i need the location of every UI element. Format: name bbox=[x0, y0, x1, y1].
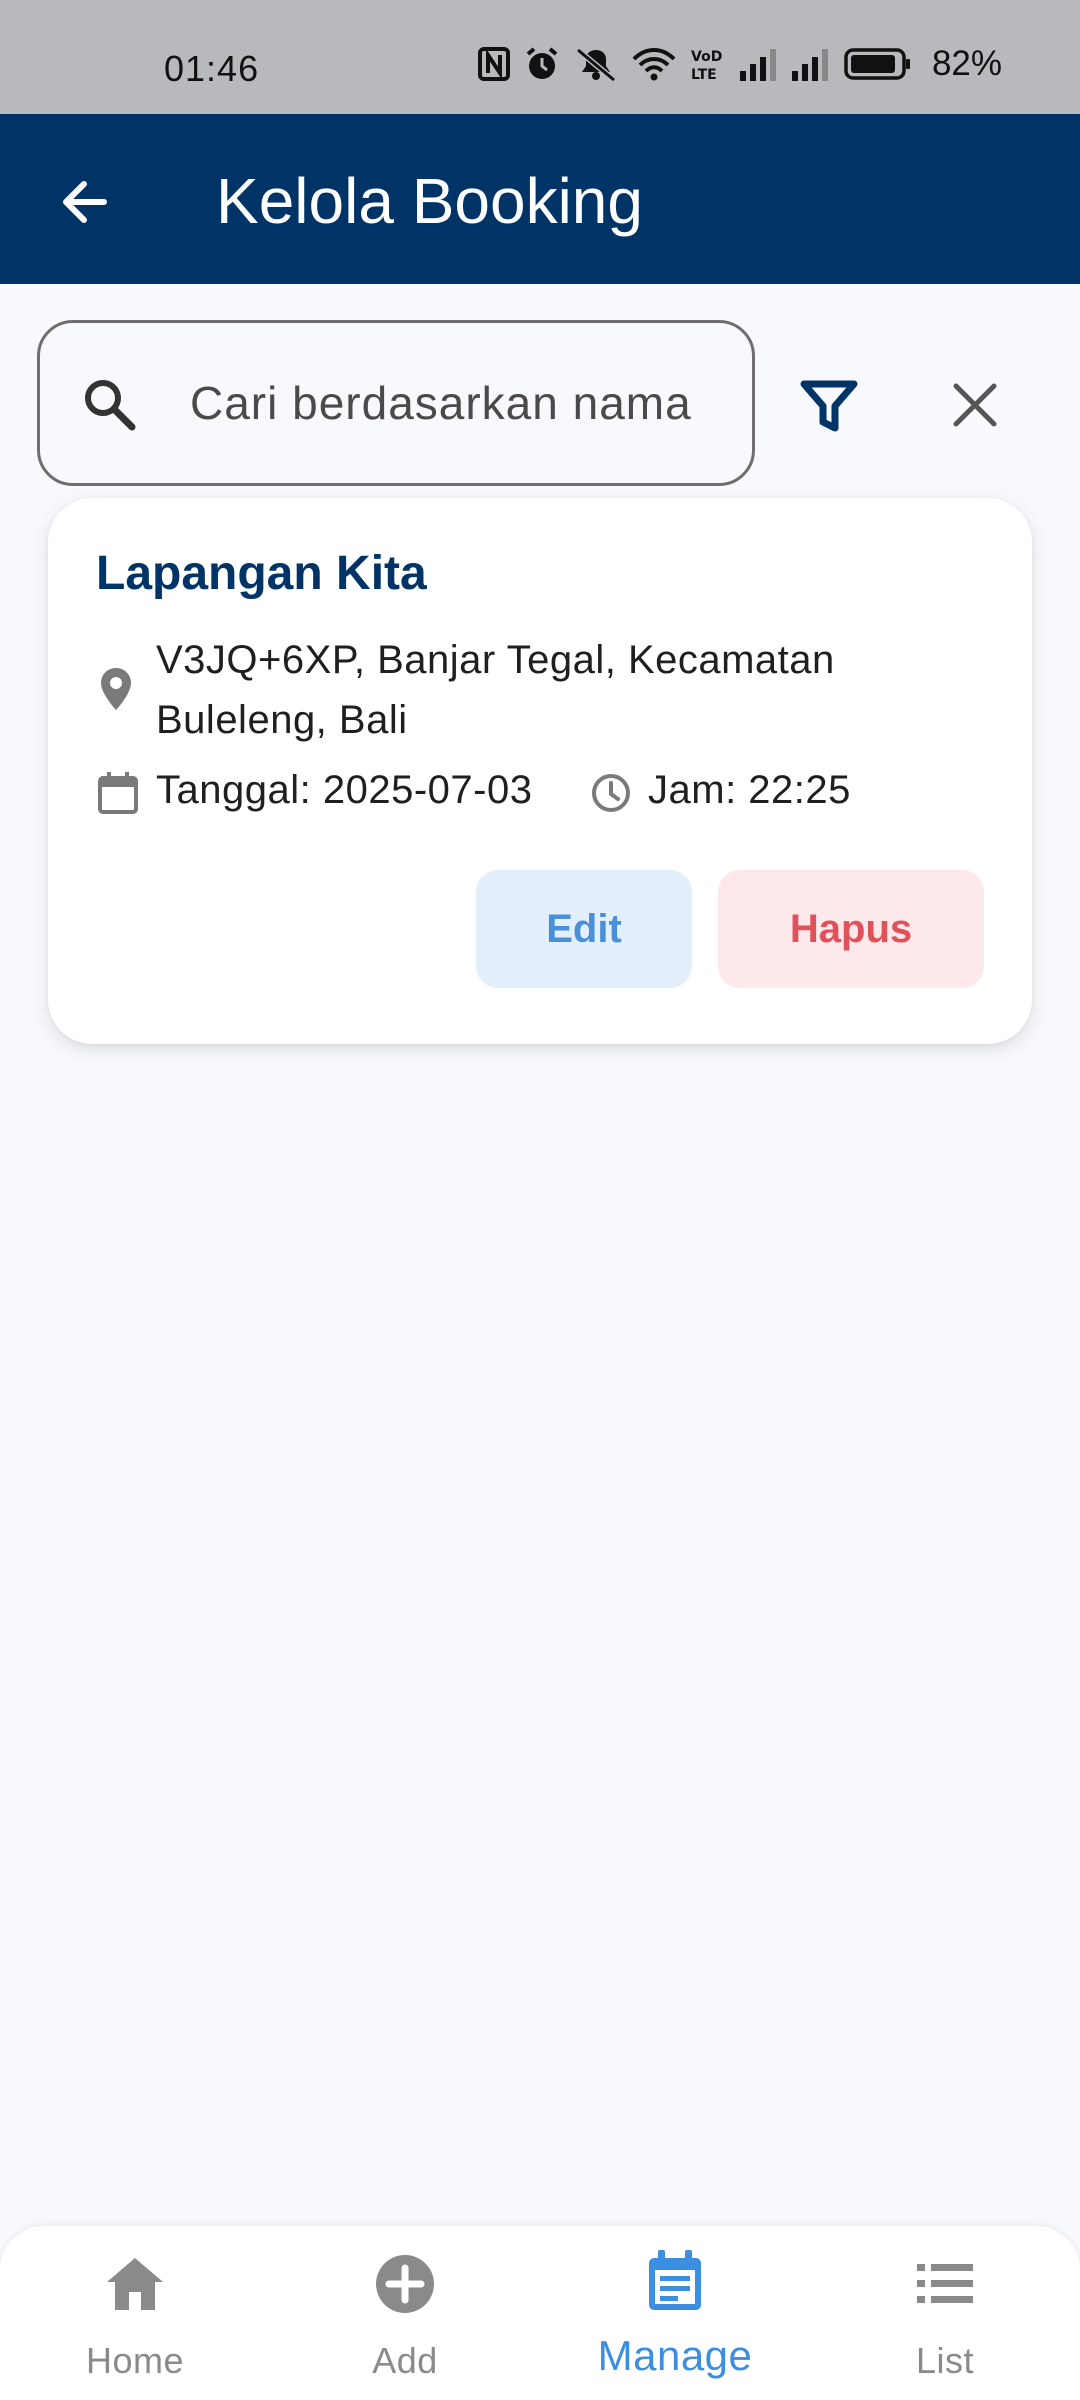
alarm-icon bbox=[526, 47, 558, 79]
nav-label-list: List bbox=[915, 2340, 975, 2381]
list-icon bbox=[917, 2264, 973, 2303]
booking-card: Lapangan Kita V3JQ+6XP, Banjar Tegal, Ke… bbox=[48, 498, 1032, 1044]
volte-icon: VoD LTE bbox=[691, 49, 722, 81]
booking-date: Tanggal: 2025-07-03 bbox=[156, 768, 533, 812]
status-time: 01:46 bbox=[164, 48, 260, 89]
clock-icon bbox=[592, 774, 630, 812]
nfc-icon bbox=[477, 47, 510, 81]
close-icon bbox=[953, 383, 997, 427]
search-input[interactable] bbox=[190, 363, 730, 443]
nav-item-add[interactable]: Add bbox=[305, 2226, 505, 2400]
signal-icon bbox=[791, 49, 828, 81]
clear-search-button[interactable] bbox=[940, 370, 1010, 440]
nav-item-list[interactable]: List bbox=[845, 2226, 1045, 2400]
calendar-icon bbox=[98, 772, 138, 814]
battery-icon bbox=[844, 48, 910, 80]
mute-icon bbox=[576, 47, 616, 82]
booking-name: Lapangan Kita bbox=[96, 547, 427, 600]
location-pin-icon bbox=[101, 668, 131, 710]
filter-button[interactable] bbox=[794, 370, 864, 440]
home-icon bbox=[107, 2258, 163, 2310]
event-note-icon bbox=[649, 2250, 701, 2310]
status-bar: 01:46 VoD LTE 82% bbox=[0, 0, 1080, 114]
nav-label-home: Home bbox=[85, 2340, 185, 2381]
booking-time: Jam: 22:25 bbox=[648, 768, 851, 812]
edit-button[interactable]: Edit bbox=[476, 870, 692, 988]
booking-address: V3JQ+6XP, Banjar Tegal, Kecamatan Bulele… bbox=[156, 638, 835, 742]
search-icon bbox=[85, 380, 136, 431]
page-title: Kelola Booking bbox=[216, 165, 643, 237]
status-icons: VoD LTE 82% bbox=[477, 44, 1002, 84]
nav-label-manage: Manage bbox=[597, 2332, 753, 2379]
nav-item-home[interactable]: Home bbox=[35, 2226, 235, 2400]
add-circle-icon bbox=[376, 2255, 434, 2313]
svg-text:LTE: LTE bbox=[691, 67, 717, 81]
battery-percent: 82% bbox=[931, 44, 1002, 83]
wifi-icon bbox=[632, 48, 676, 81]
filter-icon bbox=[800, 380, 858, 432]
bottom-nav: Home Add Manage List bbox=[0, 2226, 1080, 2400]
nav-item-manage[interactable]: Manage bbox=[575, 2226, 775, 2400]
arrow-back-icon bbox=[63, 181, 107, 223]
nav-label-add: Add bbox=[372, 2340, 438, 2381]
signal-icon bbox=[739, 49, 776, 81]
svg-text:VoD: VoD bbox=[691, 49, 722, 65]
back-button[interactable] bbox=[44, 162, 124, 242]
app-bar: Kelola Booking bbox=[0, 114, 1080, 284]
delete-button[interactable]: Hapus bbox=[718, 870, 984, 988]
search-box[interactable] bbox=[37, 320, 755, 486]
